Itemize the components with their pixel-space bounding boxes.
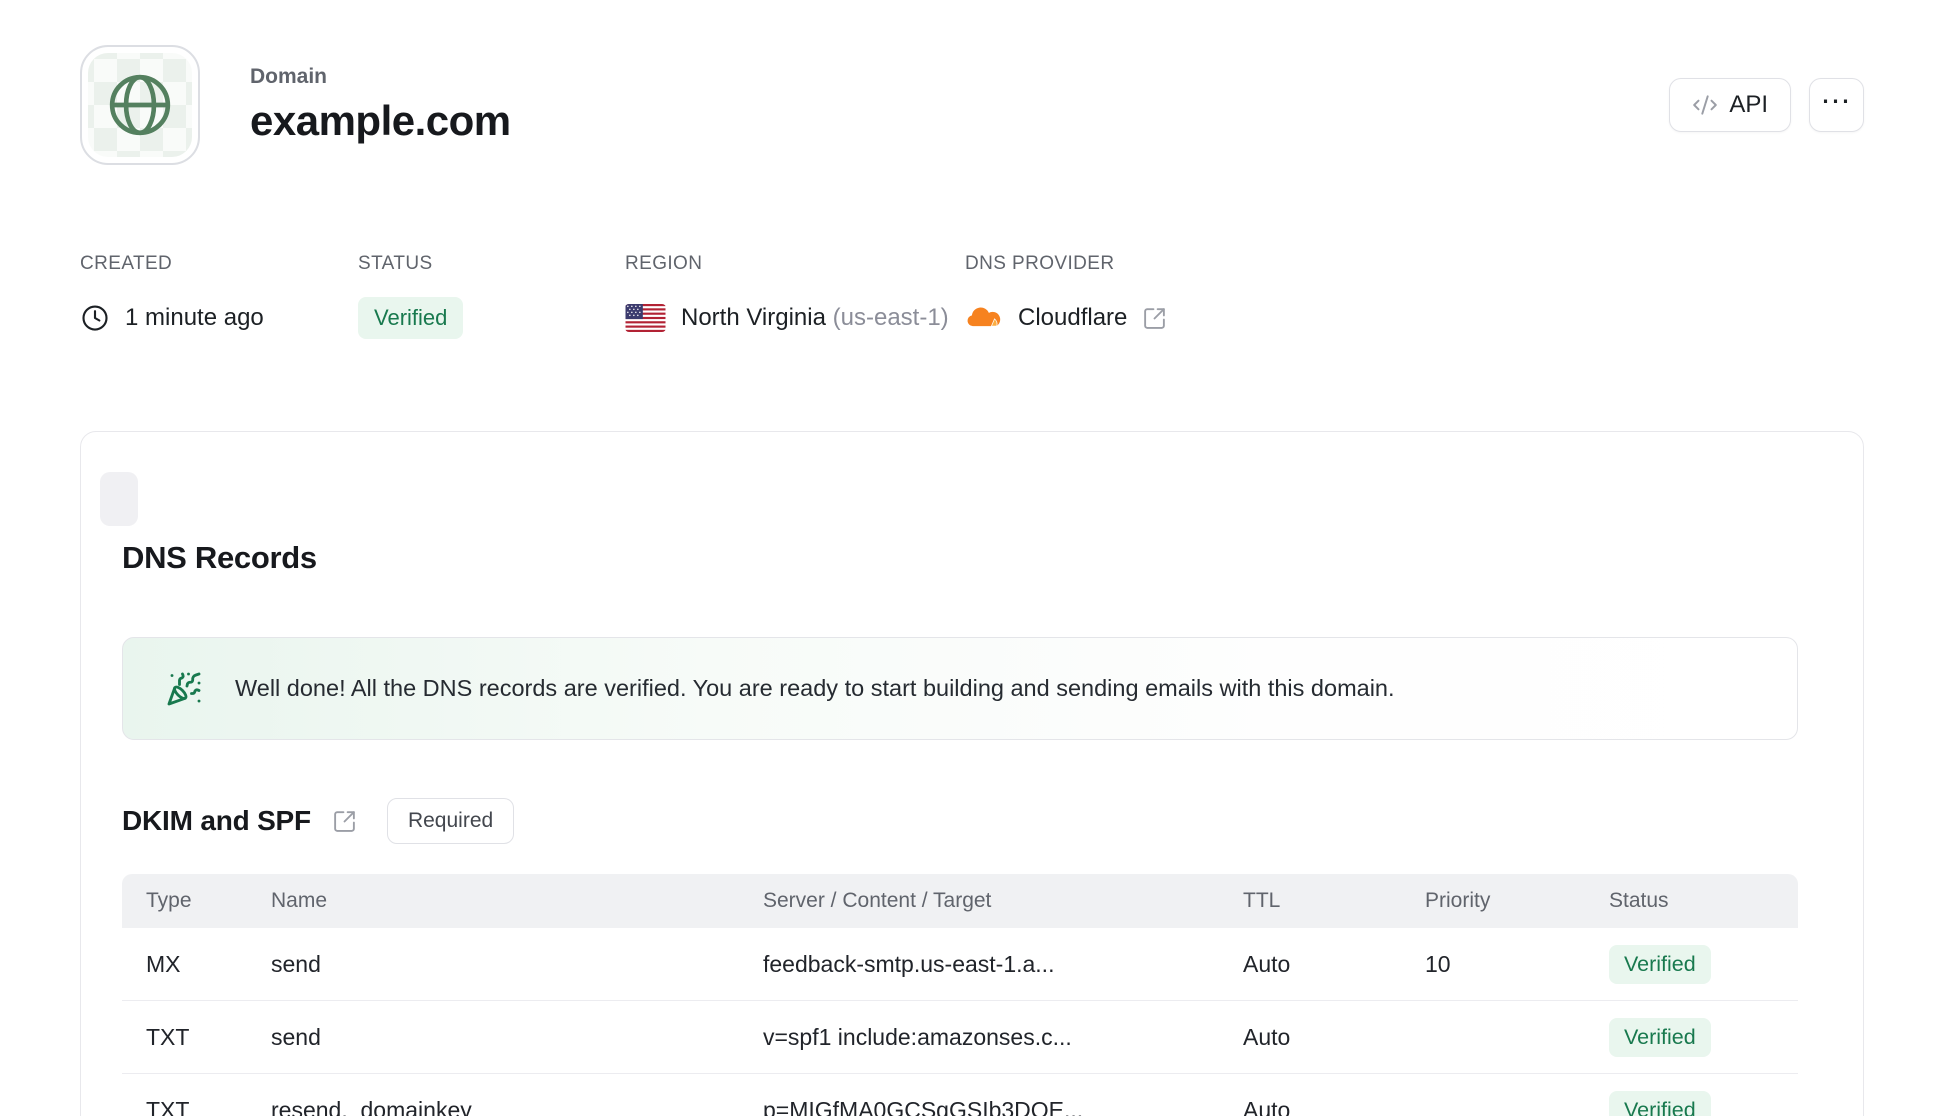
success-banner: Well done! All the DNS records are verif… [122, 637, 1798, 740]
record-content: v=spf1 include:amazonses.c... [763, 1023, 1072, 1050]
record-name: send [271, 950, 321, 977]
meta-status: STATUS Verified [358, 253, 625, 339]
column-status: Status [1609, 889, 1669, 912]
more-options-button[interactable]: ⋯ [1809, 78, 1864, 132]
table-row[interactable]: TXT send v=spf1 include:amazonses.c... A… [122, 1001, 1798, 1074]
code-icon [1692, 92, 1718, 118]
region-label: REGION [625, 253, 703, 274]
dkim-external-link-icon[interactable] [332, 809, 357, 834]
record-ttl: Auto [1243, 1023, 1291, 1050]
api-button[interactable]: API [1669, 78, 1791, 132]
verified-badge: Verified [1609, 1017, 1711, 1057]
api-button-label: API [1729, 91, 1768, 118]
status-badge: Verified [358, 297, 464, 339]
record-content: feedback-smtp.us-east-1.a... [763, 950, 1055, 977]
header-titles: Domain example.com [250, 65, 511, 145]
column-ttl: TTL [1243, 889, 1281, 912]
record-status: Verified [1609, 1090, 1798, 1116]
record-status: Verified [1609, 1017, 1798, 1057]
record-type: MX [146, 950, 181, 977]
verified-badge: Verified [1609, 944, 1711, 984]
header-identity: Domain example.com [80, 45, 511, 165]
meta-dns-provider: DNS PROVIDER Cloudflare [965, 253, 1864, 339]
meta-region: REGION North Virginia (us-east-1) [625, 253, 965, 339]
dns-records-title: DNS Records [122, 540, 317, 575]
domain-avatar [80, 45, 200, 165]
column-content: Server / Content / Target [763, 889, 992, 912]
record-type: TXT [146, 1096, 190, 1116]
table-row[interactable]: TXT resend._domainkey p=MIGfMA0GCSqGSIb3… [122, 1074, 1798, 1116]
record-name: resend._domainkey [271, 1096, 472, 1116]
region-value: North Virginia (us-east-1) [681, 304, 949, 331]
party-popper-icon [166, 671, 202, 707]
us-flag-icon [625, 304, 666, 332]
banner-message: Well done! All the DNS records are verif… [235, 675, 1395, 701]
created-label: CREATED [80, 253, 173, 274]
record-status: Verified [1609, 944, 1798, 984]
page-title: example.com [250, 97, 511, 144]
record-type: TXT [146, 1023, 190, 1050]
dkim-spf-title: DKIM and SPF [122, 805, 311, 836]
column-priority: Priority [1425, 889, 1491, 912]
globe-icon [107, 72, 173, 138]
record-name: send [271, 1023, 321, 1050]
verified-badge: Verified [1609, 1090, 1711, 1116]
dns-records-table: Type Name Server / Content / Target TTL … [122, 874, 1798, 1116]
created-value: 1 minute ago [125, 304, 264, 331]
table-row[interactable]: MX send feedback-smtp.us-east-1.a... Aut… [122, 928, 1798, 1001]
cloudflare-icon [965, 306, 1003, 330]
domain-detail-page: Domain example.com API ⋯ CREATED 1 minut… [0, 0, 1944, 1116]
required-badge: Required [386, 798, 515, 844]
page-header: Domain example.com API ⋯ [0, 0, 1944, 165]
domain-meta-row: CREATED 1 minute ago STATUS Verified REG… [0, 253, 1944, 339]
table-header-row: Type Name Server / Content / Target TTL … [122, 874, 1798, 928]
more-icon: ⋯ [1820, 85, 1853, 118]
record-ttl: Auto [1243, 1096, 1291, 1116]
record-priority: 10 [1425, 950, 1451, 977]
record-ttl: Auto [1243, 950, 1291, 977]
column-name: Name [271, 889, 328, 912]
section-accent-tab [100, 472, 138, 526]
column-type: Type [146, 889, 192, 912]
header-actions: API ⋯ [1669, 78, 1864, 132]
external-link-icon[interactable] [1142, 306, 1167, 331]
clock-icon [80, 303, 110, 333]
meta-created: CREATED 1 minute ago [80, 253, 358, 339]
entity-type-label: Domain [250, 65, 328, 88]
region-code: (us-east-1) [832, 304, 949, 331]
dns-records-card: DNS Records Well done! All the DNS recor… [80, 431, 1864, 1116]
dns-provider-label: DNS PROVIDER [965, 253, 1115, 274]
dkim-spf-section-header: DKIM and SPF Required [122, 798, 1798, 844]
status-label: STATUS [358, 253, 433, 274]
dns-provider-value: Cloudflare [1018, 304, 1128, 331]
record-content: p=MIGfMA0GCSqGSIb3DQE... [763, 1096, 1084, 1116]
